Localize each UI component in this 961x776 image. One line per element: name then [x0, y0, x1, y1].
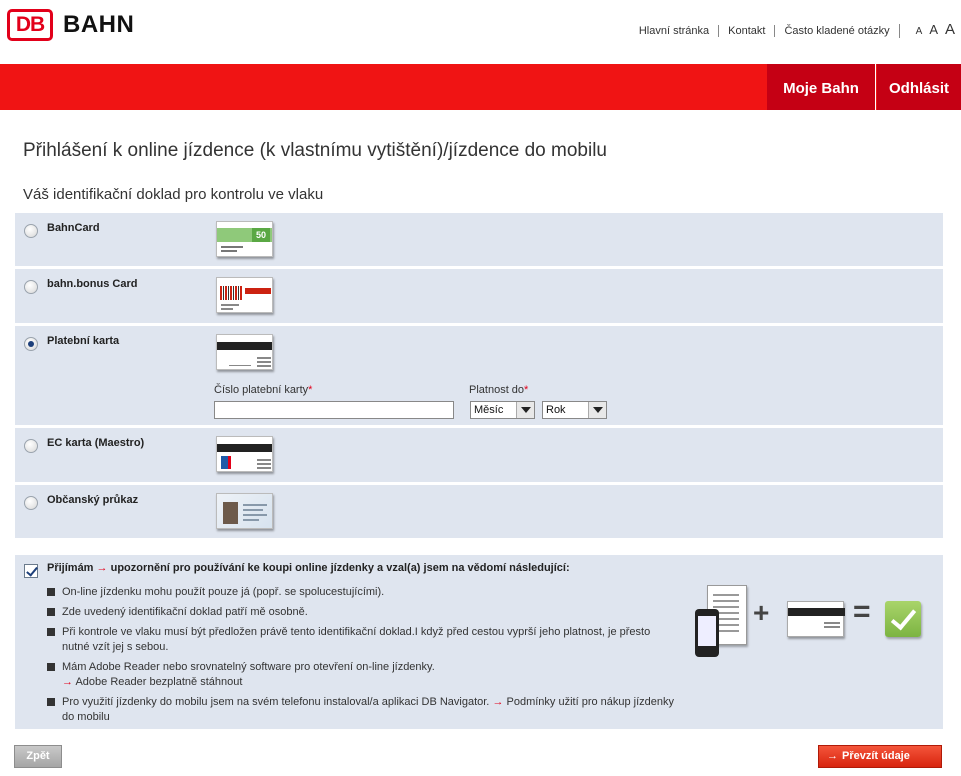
id-option-bonus-card[interactable]: bahn.bonus Card	[15, 269, 943, 323]
id-option-id-card[interactable]: Občanský průkaz	[15, 485, 943, 538]
list-item: On-line jízdenku mohu použít pouze já (p…	[47, 585, 677, 600]
chevron-down-icon	[516, 402, 534, 418]
mobile-phone-icon	[695, 609, 719, 657]
bonus-card-icon	[216, 277, 273, 313]
radio-payment-card[interactable]	[24, 337, 38, 351]
list-item: Mám Adobe Reader nebo srovnatelný softwa…	[47, 660, 677, 690]
bahncard-number: 50	[252, 228, 270, 242]
tab-moje-bahn[interactable]: Moje Bahn	[767, 64, 876, 110]
radio-bahncard[interactable]	[24, 224, 38, 238]
ec-card-icon	[216, 436, 273, 472]
top-navigation: Hlavní stránka Kontakt Často kladené otá…	[630, 22, 961, 38]
plus-sign: +	[753, 597, 770, 628]
list-item: Zde uvedený identifikační doklad patří m…	[47, 605, 677, 620]
terms-heading: Přijímám → upozornění pro používání ke k…	[47, 562, 570, 574]
id-option-ec-card[interactable]: EC karta (Maestro)	[15, 428, 943, 482]
card-number-input[interactable]	[214, 401, 454, 419]
nav-contact-link[interactable]: Kontakt	[718, 25, 774, 37]
font-size-medium-button[interactable]: A	[929, 23, 938, 36]
terms-link[interactable]: upozornění pro používání ke koupi online…	[111, 562, 570, 574]
page-title: Přihlášení k online jízdence (k vlastním…	[23, 140, 607, 161]
terms-prefix: Přijímám	[47, 562, 94, 574]
year-select-value: Rok	[546, 404, 566, 416]
option-label: bahn.bonus Card	[47, 278, 138, 290]
arrow-right-icon: →	[96, 562, 108, 574]
id-card-icon	[216, 493, 273, 529]
option-label: Platební karta	[47, 335, 120, 347]
section-subtitle: Váš identifikační doklad pro kontrolu ve…	[23, 186, 324, 203]
main-navigation-bar: Moje Bahn Odhlásit	[0, 64, 961, 110]
db-logo[interactable]: DB BAHN	[7, 9, 134, 41]
option-label: Občanský průkaz	[47, 494, 139, 506]
month-select[interactable]: Měsíc	[470, 401, 535, 419]
radio-ec-card[interactable]	[24, 439, 38, 453]
chevron-down-icon	[588, 402, 606, 418]
font-size-small-button[interactable]: A	[916, 26, 923, 38]
id-option-payment-card[interactable]: Platební karta Číslo platební karty* Pla…	[15, 326, 943, 425]
db-logo-mark: DB	[7, 9, 53, 41]
terms-list: On-line jízdenku mohu použít pouze já (p…	[47, 585, 677, 730]
radio-id-card[interactable]	[24, 496, 38, 510]
option-label: EC karta (Maestro)	[47, 437, 145, 449]
adobe-reader-link[interactable]: → Adobe Reader bezplatně stáhnout	[62, 675, 677, 690]
accept-terms-checkbox[interactable]	[24, 564, 38, 578]
font-size-switcher: A A A	[898, 22, 961, 38]
submit-button-label: Převzít údaje	[842, 750, 910, 762]
bahncard-icon: 50	[216, 221, 273, 257]
card-icon	[787, 601, 845, 637]
id-option-bahncard[interactable]: BahnCard 50	[15, 213, 943, 266]
equals-sign: =	[853, 595, 871, 628]
back-button[interactable]: Zpět	[14, 745, 62, 768]
arrow-right-icon: →	[62, 676, 73, 688]
font-size-large-button[interactable]: A	[945, 22, 955, 37]
terms-section: Přijímám → upozornění pro používání ke k…	[15, 555, 943, 729]
option-label: BahnCard	[47, 222, 100, 234]
year-select[interactable]: Rok	[542, 401, 607, 419]
list-item: Při kontrole ve vlaku musí být předložen…	[47, 625, 677, 655]
db-logo-text: BAHN	[63, 11, 135, 38]
checkmark-icon	[885, 601, 921, 637]
month-select-value: Měsíc	[474, 404, 504, 416]
arrow-right-icon: →	[492, 696, 504, 708]
submit-button[interactable]: → Převzít údaje	[818, 745, 942, 768]
arrow-right-icon: →	[827, 750, 838, 762]
radio-bonus-card[interactable]	[24, 280, 38, 294]
ticket-illustration: + =	[695, 585, 935, 665]
nav-home-link[interactable]: Hlavní stránka	[630, 25, 718, 37]
nav-faq-link[interactable]: Často kladené otázky	[774, 25, 898, 37]
header: DB BAHN Hlavní stránka Kontakt Často kla…	[0, 0, 961, 64]
tab-logout[interactable]: Odhlásit	[877, 64, 961, 110]
payment-card-icon	[216, 334, 273, 370]
card-number-label: Číslo platební karty*	[214, 384, 313, 396]
validity-label: Platnost do*	[469, 384, 529, 396]
list-item: Pro využití jízdenky do mobilu jsem na s…	[47, 695, 677, 725]
